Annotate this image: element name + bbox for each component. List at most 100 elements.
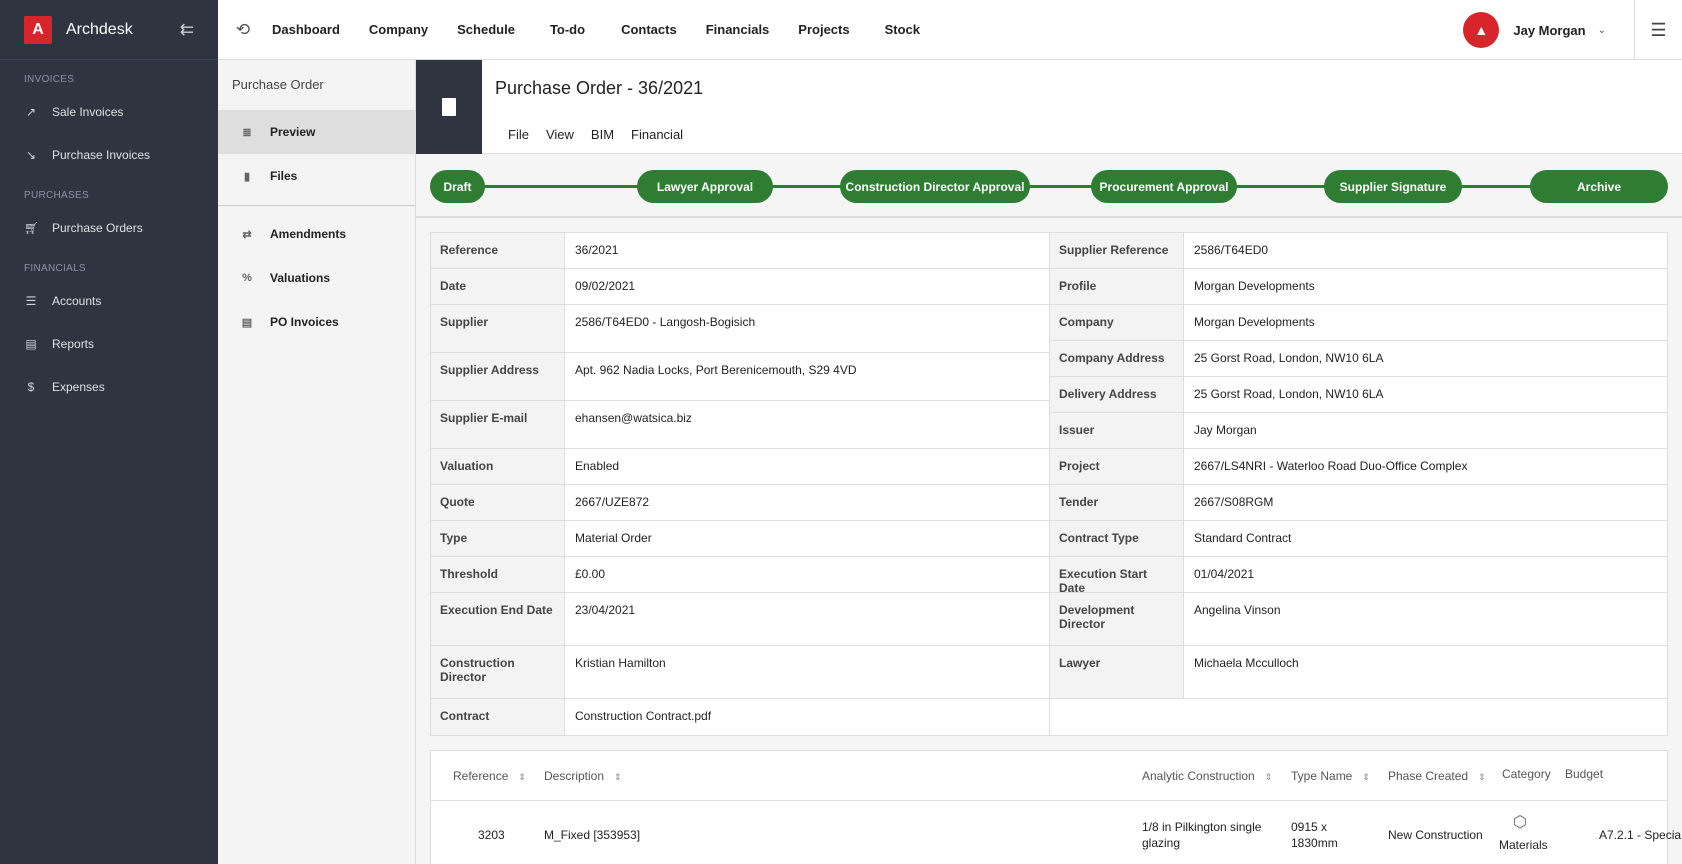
cell-analytic-construction: 1/8 in Pilkington single glazing: [1142, 820, 1262, 850]
subnav-item-valuations[interactable]: % Valuations: [218, 256, 415, 300]
subnav-item-label: Amendments: [270, 227, 347, 241]
workflow-step-supplier-signature[interactable]: Supplier Signature: [1324, 170, 1462, 203]
sidebar-item-sale-invoices[interactable]: ↗ Sale Invoices: [0, 90, 218, 133]
detail-label: Profile: [1050, 269, 1184, 304]
detail-value: 2667/S08RGM: [1194, 495, 1274, 509]
subnav-item-label: Valuations: [270, 271, 331, 285]
menu-file[interactable]: File: [508, 127, 529, 142]
column-header-reference[interactable]: Reference ⇕: [453, 769, 526, 783]
avatar[interactable]: ▲: [1463, 12, 1500, 48]
workflow-step-lawyer-approval[interactable]: Lawyer Approval: [637, 170, 773, 203]
nav-company[interactable]: Company: [369, 22, 428, 37]
top-bar: ⟲ Dashboard Company Schedule To-do Conta…: [218, 0, 1682, 60]
nav-schedule[interactable]: Schedule: [457, 22, 515, 37]
detail-value: 2667/LS4NRI - Waterloo Road Duo-Office C…: [1194, 459, 1468, 473]
menu-bim[interactable]: BIM: [591, 127, 614, 142]
detail-value: 25 Gorst Road, London, NW10 6LA: [1194, 387, 1384, 401]
sidebar-item-purchase-orders[interactable]: 🛒︎ Purchase Orders: [0, 206, 218, 249]
detail-label: Contract Type: [1050, 521, 1184, 556]
sort-icon[interactable]: ⇕: [1265, 772, 1273, 782]
detail-label: Execution End Date: [431, 593, 565, 645]
sort-icon[interactable]: ⇕: [1478, 772, 1486, 782]
nav-financials[interactable]: Financials: [706, 22, 770, 37]
detail-value: Standard Contract: [1194, 531, 1292, 545]
nav-stock[interactable]: Stock: [885, 22, 920, 37]
detail-row: Threshold £0.00: [431, 557, 1049, 593]
detail-value: 09/02/2021: [575, 279, 636, 293]
detail-value: Apt. 962 Nadia Locks, Port Berenicemouth…: [575, 363, 857, 377]
detail-row: Date 09/02/2021: [431, 269, 1049, 305]
workflow-step-construction-director-approval[interactable]: Construction Director Approval: [840, 170, 1030, 203]
detail-row: Development Director Angelina Vinson: [1050, 593, 1667, 646]
detail-label: Tender: [1050, 485, 1184, 520]
detail-row: Supplier Address Apt. 962 Nadia Locks, Po…: [431, 353, 1049, 401]
section-title: INVOICES: [24, 74, 75, 85]
detail-label: Construction Director: [431, 646, 565, 698]
detail-row: Project 2667/LS4NRI - Waterloo Road Duo-O…: [1050, 449, 1667, 485]
sort-icon[interactable]: ⇕: [614, 772, 622, 782]
nav-contacts[interactable]: Contacts: [621, 22, 677, 37]
menu-view[interactable]: View: [546, 127, 574, 142]
detail-row: Execution Start Date 01/04/2021: [1050, 557, 1667, 595]
document-menu: File View BIM Financial: [508, 127, 700, 142]
sort-icon[interactable]: ⇕: [518, 772, 526, 782]
detail-value: ehansen@watsica.biz: [575, 411, 692, 425]
subnav-item-po-invoices[interactable]: ▤ PO Invoices: [218, 300, 415, 344]
sidebar-section-financials: FINANCIALS ☰ Accounts ▤ Reports $ Expenses: [0, 259, 218, 408]
column-header-analytic-construction[interactable]: Analytic Construction ⇕: [1142, 769, 1272, 783]
history-icon[interactable]: ⟲: [218, 20, 268, 40]
subnav-item-preview[interactable]: ≣ Preview: [218, 110, 415, 154]
workflow-step-procurement-approval[interactable]: Procurement Approval: [1091, 170, 1237, 203]
section-title: FINANCIALS: [24, 263, 86, 274]
workflow-step-draft[interactable]: Draft: [430, 170, 485, 203]
subnav-item-files[interactable]: ▮ Files: [218, 154, 415, 198]
nav-dashboard[interactable]: Dashboard: [272, 22, 340, 37]
user-name[interactable]: Jay Morgan: [1513, 23, 1585, 38]
detail-label: Threshold: [431, 557, 565, 592]
sidebar-item-purchase-invoices[interactable]: ↘ Purchase Invoices: [0, 133, 218, 176]
swap-icon: ⇄: [242, 228, 252, 241]
top-nav: Dashboard Company Schedule To-do Contact…: [272, 22, 949, 37]
lines-icon: ≣: [242, 126, 252, 139]
detail-row: Supplier 2586/T64ED0 - Langosh-Bogisich: [431, 305, 1049, 353]
menu-list-icon[interactable]: ☰: [1634, 0, 1682, 60]
workflow-line: [436, 185, 1662, 188]
invoice-icon: ▤: [241, 316, 253, 329]
detail-label: Supplier E-mail: [431, 401, 565, 448]
subnav-item-amendments[interactable]: ⇄ Amendments: [218, 212, 415, 256]
detail-row: Company Morgan Developments: [1050, 305, 1667, 341]
detail-row: Profile Morgan Developments: [1050, 269, 1667, 305]
sort-icon[interactable]: ⇕: [1362, 772, 1370, 782]
column-header-category[interactable]: Category: [1502, 767, 1551, 781]
workflow-step-archive[interactable]: Archive: [1530, 170, 1668, 203]
column-header-budget[interactable]: Budget: [1565, 767, 1603, 781]
column-header-type-name[interactable]: Type Name ⇕: [1291, 769, 1370, 783]
detail-value: 2586/T64ED0: [1194, 243, 1269, 257]
sidebar-item-label: Expenses: [52, 379, 105, 394]
detail-value: Morgan Developments: [1194, 279, 1315, 293]
chevron-down-icon[interactable]: ⌄: [1598, 25, 1606, 36]
contract-link[interactable]: Construction Contract.pdf: [565, 699, 1049, 735]
collapse-sidebar-icon[interactable]: ⇇: [180, 20, 194, 40]
cell-type-name: 0915 x 1830mm: [1291, 820, 1338, 850]
sidebar-item-accounts[interactable]: ☰ Accounts: [0, 279, 218, 322]
detail-row: Delivery Address 25 Gorst Road, London, N…: [1050, 377, 1667, 413]
nav-projects[interactable]: Projects: [798, 22, 849, 37]
detail-value: Material Order: [575, 531, 652, 545]
table-row[interactable]: 3203 M_Fixed [353953] 1/8 in Pilkington …: [431, 801, 1681, 864]
sidebar-item-label: Purchase Invoices: [52, 147, 151, 162]
list-icon: ☰: [25, 293, 37, 308]
sidebar-item-expenses[interactable]: $ Expenses: [0, 365, 218, 408]
column-header-description[interactable]: Description ⇕: [544, 769, 622, 783]
column-header-phase-created[interactable]: Phase Created ⇕: [1388, 769, 1486, 783]
user-menu[interactable]: ▲ Jay Morgan ⌄ ☰: [1463, 0, 1682, 60]
app-logo[interactable]: A: [24, 15, 52, 44]
page-title: Purchase Order - 36/2021: [495, 78, 704, 98]
menu-financial[interactable]: Financial: [631, 127, 683, 142]
detail-label: Development Director: [1050, 593, 1184, 645]
sidebar-item-reports[interactable]: ▤ Reports: [0, 322, 218, 365]
nav-todo[interactable]: To-do: [550, 22, 585, 37]
cell-budget: A7.2.1 - Specia: [1599, 828, 1682, 842]
sidebar: A Archdesk ⇇ INVOICES ↗ Sale Invoices ↘ Pu…: [0, 0, 218, 864]
detail-row: Supplier Reference 2586/T64ED0: [1050, 233, 1667, 269]
